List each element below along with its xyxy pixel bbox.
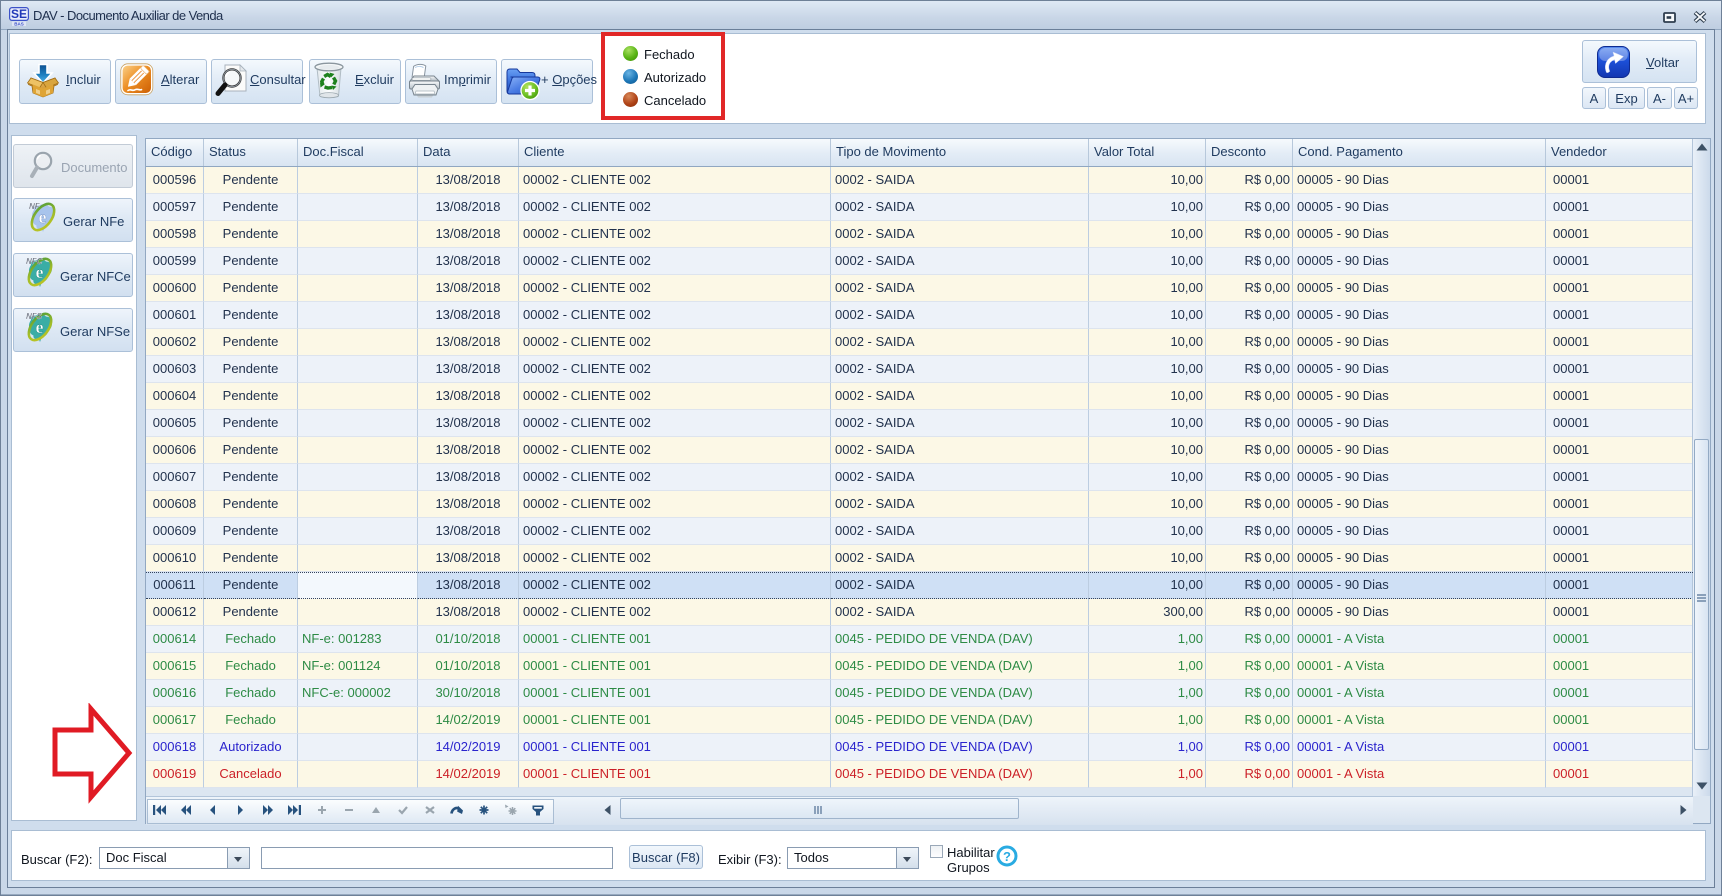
svg-text:NF: NF [29, 202, 41, 211]
svg-text:BAS: BAS [14, 21, 24, 26]
svg-text:SE: SE [11, 7, 27, 21]
svg-text:NFS: NFS [26, 312, 43, 321]
svg-text:e: e [39, 207, 47, 227]
svg-text:NFC: NFC [26, 257, 43, 266]
svg-text:?: ? [1003, 849, 1011, 864]
